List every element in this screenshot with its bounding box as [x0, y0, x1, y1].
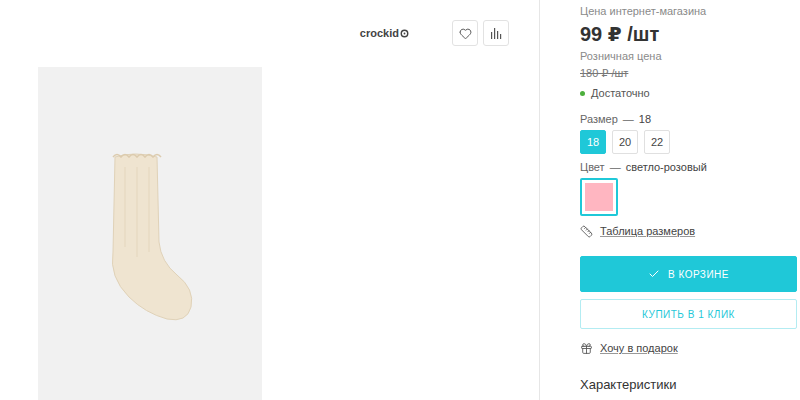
stock-dot	[580, 91, 585, 96]
characteristics-heading: Характеристики	[580, 377, 676, 393]
size-table-link[interactable]: Таблица размеров	[580, 224, 695, 238]
price-value: 99 ₽ /шт	[580, 22, 659, 46]
size-option[interactable]: 20	[612, 130, 638, 154]
gallery-column: crockid	[0, 0, 540, 400]
heart-icon	[459, 27, 472, 40]
retail-label: Розничная цена	[580, 49, 662, 63]
check-icon	[648, 268, 660, 280]
product-info: Цена интернет-магазина 99 ₽ /шт Розничная …	[540, 0, 800, 400]
sock-image	[95, 147, 205, 327]
retail-value: 180 ₽ /шт	[580, 66, 628, 80]
logo-mark-icon	[400, 29, 409, 38]
size-option[interactable]: 22	[644, 130, 670, 154]
price-label: Цена интернет-магазина	[580, 4, 706, 18]
one-click-button[interactable]: КУПИТЬ В 1 КЛИК	[580, 299, 797, 329]
size-heading: Размер—18	[580, 112, 651, 126]
brand-logo[interactable]: crockid	[360, 20, 409, 46]
color-options	[580, 178, 618, 216]
compare-icon	[490, 27, 502, 39]
stock-status: Достаточно	[580, 86, 650, 100]
product-page: crockid Цена интернет-магазина 99 ₽ /шт Роз…	[0, 0, 800, 400]
gift-icon	[580, 342, 593, 355]
cart-button[interactable]: В КОРЗИНЕ	[580, 256, 797, 292]
size-option[interactable]: 18	[580, 130, 606, 154]
compare-button[interactable]	[483, 20, 509, 46]
color-heading: Цвет—светло-розовый	[580, 160, 707, 174]
size-options: 182022	[580, 130, 670, 154]
favorite-button[interactable]	[452, 20, 478, 46]
ruler-icon	[580, 225, 593, 238]
top-bar: crockid	[0, 0, 539, 67]
gift-link[interactable]: Хочу в подарок	[580, 341, 678, 355]
color-swatch[interactable]	[580, 178, 618, 216]
product-image	[38, 67, 262, 400]
